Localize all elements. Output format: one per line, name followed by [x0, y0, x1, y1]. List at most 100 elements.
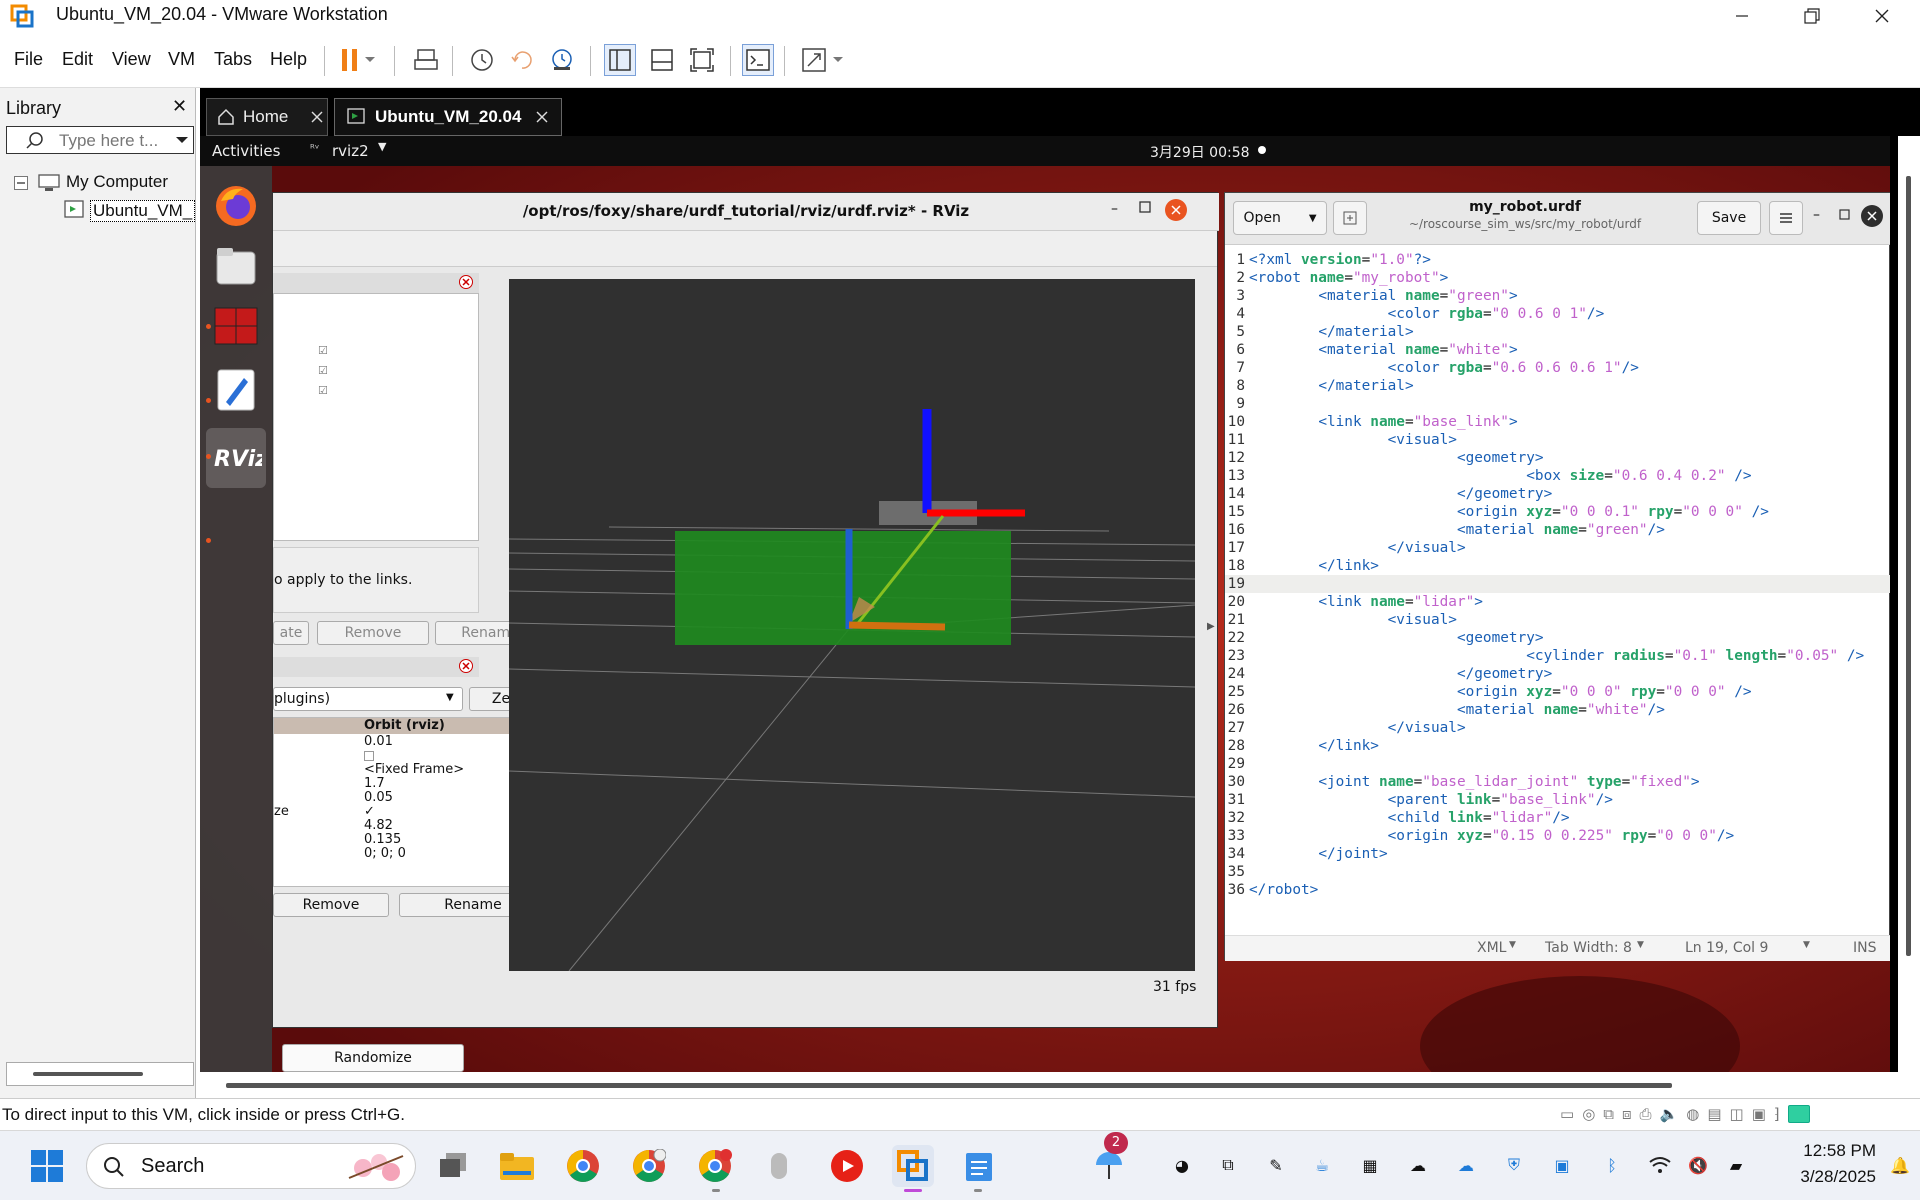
code-line[interactable]: 17 </visual>: [1225, 539, 1890, 557]
full-screen-icon[interactable]: [686, 44, 718, 76]
collapse-right-icon[interactable]: ▶: [1207, 621, 1215, 632]
security-icon[interactable]: ⛨: [1502, 1153, 1526, 1177]
mouse-icon[interactable]: [758, 1145, 800, 1187]
ubuntu-desktop[interactable]: Activities ᴿᵛ rviz2 ▼ 3月29日 00:58 RViz /…: [200, 136, 1890, 1072]
app-menu-arrow-icon[interactable]: ▼: [378, 140, 386, 153]
vm-hscrollbar[interactable]: [200, 1072, 1920, 1098]
code-line[interactable]: 8 </material>: [1225, 377, 1890, 395]
network-icon[interactable]: ⧉: [1603, 1105, 1614, 1125]
gedit-minimize-icon[interactable]: –: [1813, 207, 1820, 223]
checkbox[interactable]: ☑: [318, 344, 328, 357]
remove-display-button[interactable]: Remove: [317, 621, 429, 645]
code-line[interactable]: 35: [1225, 863, 1890, 881]
code-line[interactable]: 14 </geometry>: [1225, 485, 1890, 503]
disk-icon[interactable]: ▤: [1707, 1105, 1721, 1125]
rviz-minimize-icon[interactable]: –: [1111, 201, 1118, 217]
collapse-icon[interactable]: [14, 176, 28, 190]
code-line[interactable]: 25 <origin xyz="0 0 0" rpy="0 0 0" />: [1225, 683, 1890, 701]
tab-home[interactable]: Home: [206, 98, 328, 136]
chrome-profile-icon[interactable]: [628, 1145, 670, 1187]
code-line[interactable]: 29: [1225, 755, 1890, 773]
tree-ubuntu-vm[interactable]: Ubuntu_VM_: [90, 200, 196, 222]
tab-close-icon[interactable]: [310, 110, 324, 124]
tab-close-icon[interactable]: [535, 110, 549, 124]
panel-close-icon[interactable]: [459, 659, 473, 673]
sharing-icon[interactable]: ☕: [1310, 1153, 1334, 1177]
hamburger-menu-icon[interactable]: [1769, 201, 1803, 235]
close-icon[interactable]: [1852, 0, 1912, 32]
gedit-close-icon[interactable]: [1861, 205, 1883, 227]
code-line[interactable]: 6 <material name="white">: [1225, 341, 1890, 359]
menu-help[interactable]: Help: [270, 49, 307, 70]
code-line[interactable]: 4 <color rgba="0 0.6 0 1"/>: [1225, 305, 1890, 323]
sound-icon[interactable]: 🔈: [1660, 1105, 1679, 1125]
code-line[interactable]: 20 <link name="lidar">: [1225, 593, 1890, 611]
restore-icon[interactable]: [1782, 0, 1842, 32]
rviz-window[interactable]: /opt/ros/foxy/share/urdf_tutorial/rviz/u…: [272, 192, 1219, 1028]
stretch-dropdown-icon[interactable]: [830, 44, 846, 76]
windows-start-icon[interactable]: [26, 1145, 68, 1187]
code-line[interactable]: 30 <joint name="base_lidar_joint" type="…: [1225, 773, 1890, 791]
code-line[interactable]: 3 <material name="green">: [1225, 287, 1890, 305]
code-line[interactable]: 33 <origin xyz="0.15 0 0.225" rpy="0 0 0…: [1225, 827, 1890, 845]
rviz-icon[interactable]: RViz: [206, 428, 266, 488]
code-line[interactable]: 21 <visual>: [1225, 611, 1890, 629]
remote-icon[interactable]: ▣: [1550, 1153, 1574, 1177]
tab-width-selector[interactable]: Tab Width: 8: [1545, 940, 1632, 956]
phone-link-icon[interactable]: ⧉: [1216, 1153, 1240, 1177]
code-line[interactable]: 1 <?xml version="1.0"?>: [1225, 251, 1890, 269]
volume-muted-icon[interactable]: 🔇: [1686, 1153, 1710, 1177]
code-line[interactable]: 19: [1225, 575, 1890, 593]
bracket-icon[interactable]: ⁆: [1774, 1105, 1780, 1125]
language-selector[interactable]: XML: [1477, 940, 1506, 956]
message-log-icon[interactable]: [1787, 1105, 1810, 1123]
library-hscrollbar[interactable]: [6, 1062, 194, 1086]
checkbox[interactable]: ☑: [318, 384, 328, 397]
terminator-icon[interactable]: [212, 302, 260, 350]
code-line[interactable]: 7 <color rgba="0.6 0.6 0.6 1"/>: [1225, 359, 1890, 377]
thumbnail-bar-icon[interactable]: [646, 44, 678, 76]
taskbar-time[interactable]: 12:58 PM: [1766, 1141, 1876, 1161]
notepad-icon[interactable]: [958, 1145, 1000, 1187]
tab-ubuntu-vm[interactable]: Ubuntu_VM_20.04: [334, 98, 562, 136]
code-line[interactable]: 23 <cylinder radius="0.1" length="0.05" …: [1225, 647, 1890, 665]
code-line[interactable]: 22 <geometry>: [1225, 629, 1890, 647]
bluetooth-icon[interactable]: ᛒ: [1600, 1153, 1624, 1177]
app-tray-icon[interactable]: ▦: [1358, 1153, 1382, 1177]
task-view-icon[interactable]: [432, 1145, 474, 1187]
search-dropdown-icon[interactable]: [175, 136, 189, 145]
save-button[interactable]: Save: [1697, 201, 1761, 235]
revert-snapshot-icon[interactable]: [506, 44, 538, 76]
menu-edit[interactable]: Edit: [62, 49, 93, 70]
prop-value[interactable]: 0; 0; 0: [364, 846, 406, 863]
printer-icon[interactable]: ⎙: [1640, 1105, 1652, 1125]
code-line[interactable]: 34 </joint>: [1225, 845, 1890, 863]
randomize-button[interactable]: Randomize: [282, 1044, 464, 1072]
code-line[interactable]: 26 <material name="white"/>: [1225, 701, 1890, 719]
code-line[interactable]: 24 </geometry>: [1225, 665, 1890, 683]
dropdown-icon[interactable]: ▼: [1803, 940, 1810, 950]
prop-checkbox[interactable]: [364, 751, 374, 761]
prop-value[interactable]: 0.01: [364, 734, 393, 751]
minimize-icon[interactable]: [1712, 0, 1772, 32]
files-icon[interactable]: [212, 242, 260, 290]
onedrive-icon[interactable]: ☁: [1406, 1153, 1430, 1177]
discord-icon[interactable]: ◕: [1170, 1153, 1194, 1177]
text-editor-icon[interactable]: [212, 366, 260, 414]
code-line[interactable]: 10 <link name="base_link">: [1225, 413, 1890, 431]
pause-dropdown-icon[interactable]: [362, 44, 378, 76]
code-line[interactable]: 27 </visual>: [1225, 719, 1890, 737]
displays-tree[interactable]: ☑ ☑ ☑: [273, 293, 479, 541]
camera-icon[interactable]: ◫: [1730, 1105, 1744, 1125]
code-line[interactable]: 31 <parent link="base_link"/>: [1225, 791, 1890, 809]
chrome-icon[interactable]: [562, 1145, 604, 1187]
cursor-position[interactable]: Ln 19, Col 9: [1685, 940, 1768, 956]
snapshot-icon[interactable]: [466, 44, 498, 76]
display-icon[interactable]: ◍: [1686, 1105, 1699, 1125]
show-library-icon[interactable]: [604, 44, 636, 76]
rviz-maximize-icon[interactable]: [1139, 201, 1151, 213]
file-explorer-icon[interactable]: [496, 1145, 538, 1187]
wifi-icon[interactable]: [1648, 1153, 1672, 1177]
view-type-select[interactable]: plugins) ▼: [273, 687, 463, 711]
clock[interactable]: 3月29日 00:58: [1150, 142, 1250, 162]
